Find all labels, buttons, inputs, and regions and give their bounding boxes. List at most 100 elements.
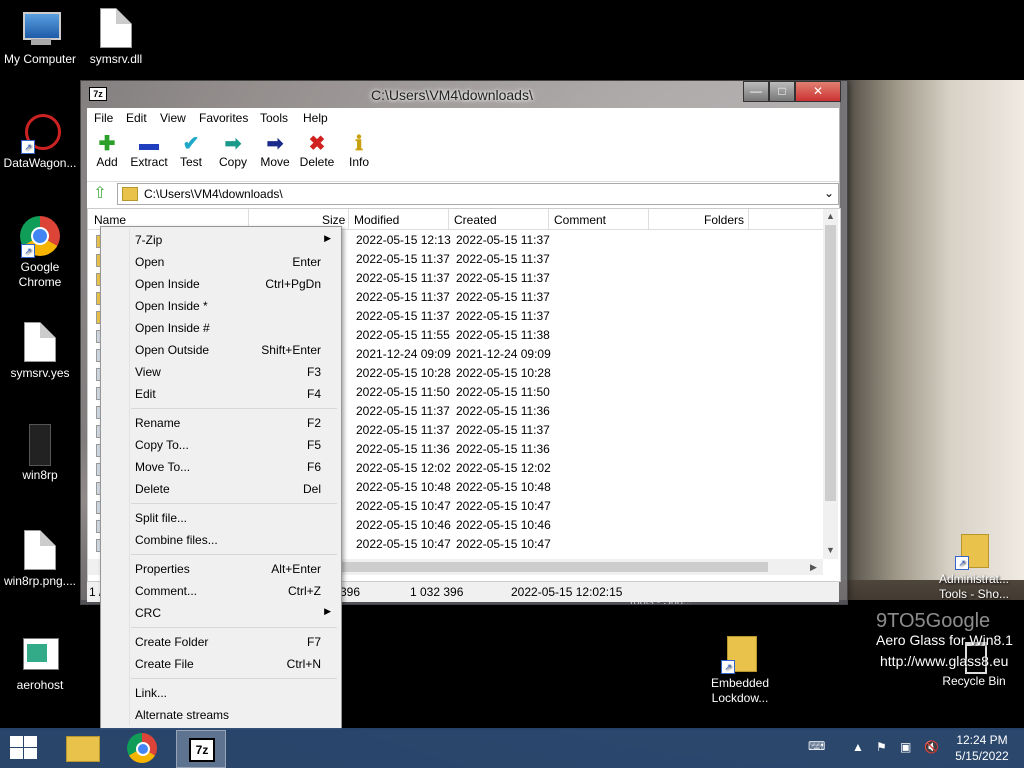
- scroll-down-icon[interactable]: ▼: [826, 545, 835, 555]
- menu-item-properties[interactable]: Properties Alt+Enter: [101, 558, 341, 580]
- cell-modified: 2022-05-15 10:47: [356, 499, 451, 513]
- menu-item-delete[interactable]: Delete Del: [101, 478, 341, 500]
- application-icon: [19, 634, 61, 676]
- title-bar[interactable]: 7z C:\Users\VM4\downloads\ — □ ✕: [81, 81, 847, 107]
- menu-item-open-outside[interactable]: Open Outside Shift+Enter: [101, 339, 341, 361]
- menu-item-open[interactable]: Open Enter: [101, 251, 341, 273]
- up-folder-icon[interactable]: ⇧: [91, 185, 109, 203]
- start-button[interactable]: [8, 736, 38, 760]
- menu-item-move-to[interactable]: Move To... F6: [101, 456, 341, 478]
- desktop-icon-google-chrome[interactable]: ↗ Google Chrome: [0, 216, 80, 290]
- menu-item-create-file[interactable]: Create File Ctrl+N: [101, 653, 341, 675]
- menu-item-combine-files[interactable]: Combine files...: [101, 529, 341, 551]
- network-icon[interactable]: ▣: [900, 740, 911, 754]
- test-button[interactable]: ✔ Test: [169, 133, 213, 169]
- desktop-icon-symsrv-yes[interactable]: symsrv.yes: [0, 322, 80, 381]
- clock[interactable]: 12:24 PM 5/15/2022: [950, 732, 1014, 764]
- submenu-arrow-icon: ▶: [324, 233, 331, 243]
- cell-modified: 2022-05-15 10:28: [356, 366, 451, 380]
- cell-modified: 2022-05-15 11:37: [356, 252, 450, 266]
- menu-item-view[interactable]: View F3: [101, 361, 341, 383]
- menu-item-shortcut: F4: [306, 387, 321, 401]
- desktop-icon-datawagon[interactable]: ↗ DataWagon...: [0, 112, 80, 171]
- vertical-scroll-thumb[interactable]: [825, 225, 836, 501]
- info-label: Info: [348, 155, 369, 169]
- menu-item-split-file[interactable]: Split file...: [101, 507, 341, 529]
- menu-item-shortcut: Del: [302, 482, 321, 496]
- desktop-icon-label: symsrv.yes: [10, 366, 70, 380]
- vertical-scrollbar[interactable]: ▲ ▼: [823, 209, 838, 559]
- cell-created: 2022-05-15 11:37: [456, 252, 550, 266]
- column-comment[interactable]: Comment: [554, 213, 606, 227]
- column-folders[interactable]: Folders: [704, 213, 744, 227]
- taskbar-google-chrome[interactable]: [118, 730, 166, 766]
- desktop-icon-win8rp[interactable]: win8rp: [0, 424, 80, 483]
- 7zip-icon: 7z: [189, 738, 215, 762]
- keyboard-icon[interactable]: ⌨: [808, 739, 825, 753]
- menu-file[interactable]: File: [94, 111, 113, 125]
- menu-item-rename[interactable]: Rename F2: [101, 412, 341, 434]
- desktop-icon-embedded-lockdown[interactable]: ↗ Embedded Lockdow...: [700, 632, 780, 706]
- chevron-up-icon[interactable]: ▲: [852, 740, 864, 754]
- minus-icon: ▬: [139, 133, 159, 155]
- add-button[interactable]: ✚ Add: [85, 133, 129, 169]
- address-field[interactable]: C:\Users\VM4\downloads\ ⌄: [117, 183, 839, 205]
- maximize-button[interactable]: □: [769, 81, 795, 102]
- minimize-button[interactable]: —: [743, 81, 769, 102]
- column-created[interactable]: Created: [454, 213, 497, 227]
- desktop-icon-admin-tools[interactable]: ↗ Administrat... Tools - Sho...: [934, 528, 1014, 602]
- menu-item-copy-to[interactable]: Copy To... F5: [101, 434, 341, 456]
- cell-modified: 2022-05-15 11:37: [356, 404, 450, 418]
- menu-item-edit[interactable]: Edit F4: [101, 383, 341, 405]
- desktop-icon-symsrv-dll[interactable]: symsrv.dll: [76, 8, 156, 67]
- desktop-icon-my-computer[interactable]: My Computer: [0, 8, 80, 67]
- desktop-icon-win8rp-png[interactable]: win8rp.png....: [0, 530, 80, 589]
- menu-item-7-zip[interactable]: 7-Zip ▶: [101, 229, 341, 251]
- desktop-icon-aerohost[interactable]: aerohost: [0, 634, 80, 693]
- move-label: Move: [260, 155, 290, 169]
- menu-edit[interactable]: Edit: [126, 111, 147, 125]
- chevron-down-icon[interactable]: ⌄: [824, 186, 834, 200]
- cell-modified: 2022-05-15 11:36: [356, 442, 450, 456]
- menu-favorites[interactable]: Favorites: [199, 111, 248, 125]
- menu-item-comment[interactable]: Comment... Ctrl+Z: [101, 580, 341, 602]
- menu-item-label: Rename: [135, 416, 181, 430]
- menu-item-label: Open Outside: [135, 343, 210, 357]
- copy-button[interactable]: ➡ Copy: [211, 133, 255, 169]
- menu-item-alternate-streams[interactable]: Alternate streams: [101, 704, 341, 726]
- menu-item-link[interactable]: Link...: [101, 682, 341, 704]
- menu-item-open-inside[interactable]: Open Inside Ctrl+PgDn: [101, 273, 341, 295]
- scroll-up-icon[interactable]: ▲: [826, 211, 835, 221]
- menu-item-create-folder[interactable]: Create Folder F7: [101, 631, 341, 653]
- column-size[interactable]: Size: [322, 213, 345, 227]
- submenu-arrow-icon: ▶: [324, 606, 331, 616]
- file-icon: [19, 530, 61, 572]
- 7zip-app-icon[interactable]: 7z: [89, 87, 107, 101]
- extract-button[interactable]: ▬ Extract: [127, 133, 171, 169]
- menu-item-crc[interactable]: CRC ▶: [101, 602, 341, 624]
- menu-item-shortcut: F3: [306, 365, 321, 379]
- delete-button[interactable]: ✖ Delete: [295, 133, 339, 169]
- menu-view[interactable]: View: [160, 111, 186, 125]
- taskbar-7zip[interactable]: 7z: [176, 730, 226, 768]
- taskbar-file-explorer[interactable]: [58, 730, 106, 766]
- close-button[interactable]: ✕: [795, 81, 841, 102]
- address-bar: ⇧ C:\Users\VM4\downloads\ ⌄: [87, 181, 839, 206]
- scroll-right-icon[interactable]: ▶: [810, 562, 817, 573]
- clock-time: 12:24 PM: [956, 733, 1008, 747]
- flag-icon[interactable]: ⚑: [876, 740, 887, 754]
- menu-item-open-inside[interactable]: Open Inside *: [101, 295, 341, 317]
- desktop-icon-label: Google Chrome: [18, 260, 62, 289]
- column-name[interactable]: Name: [94, 213, 126, 227]
- menu-help[interactable]: Help: [303, 111, 328, 125]
- column-modified[interactable]: Modified: [354, 213, 399, 227]
- menu-item-open-inside[interactable]: Open Inside #: [101, 317, 341, 339]
- info-button[interactable]: ℹ Info: [337, 133, 381, 169]
- context-menu: 7-Zip ▶ Open Enter Open Inside Ctrl+PgDn Open …: [100, 226, 342, 730]
- cell-modified: 2022-05-15 12:13: [356, 233, 451, 247]
- volume-muted-icon[interactable]: 🔇: [924, 740, 939, 754]
- move-button[interactable]: ➡ Move: [253, 133, 297, 169]
- menu-item-shortcut: Ctrl+PgDn: [265, 277, 321, 291]
- desktop-icon-label: aerohost: [16, 678, 64, 692]
- menu-tools[interactable]: Tools: [260, 111, 288, 125]
